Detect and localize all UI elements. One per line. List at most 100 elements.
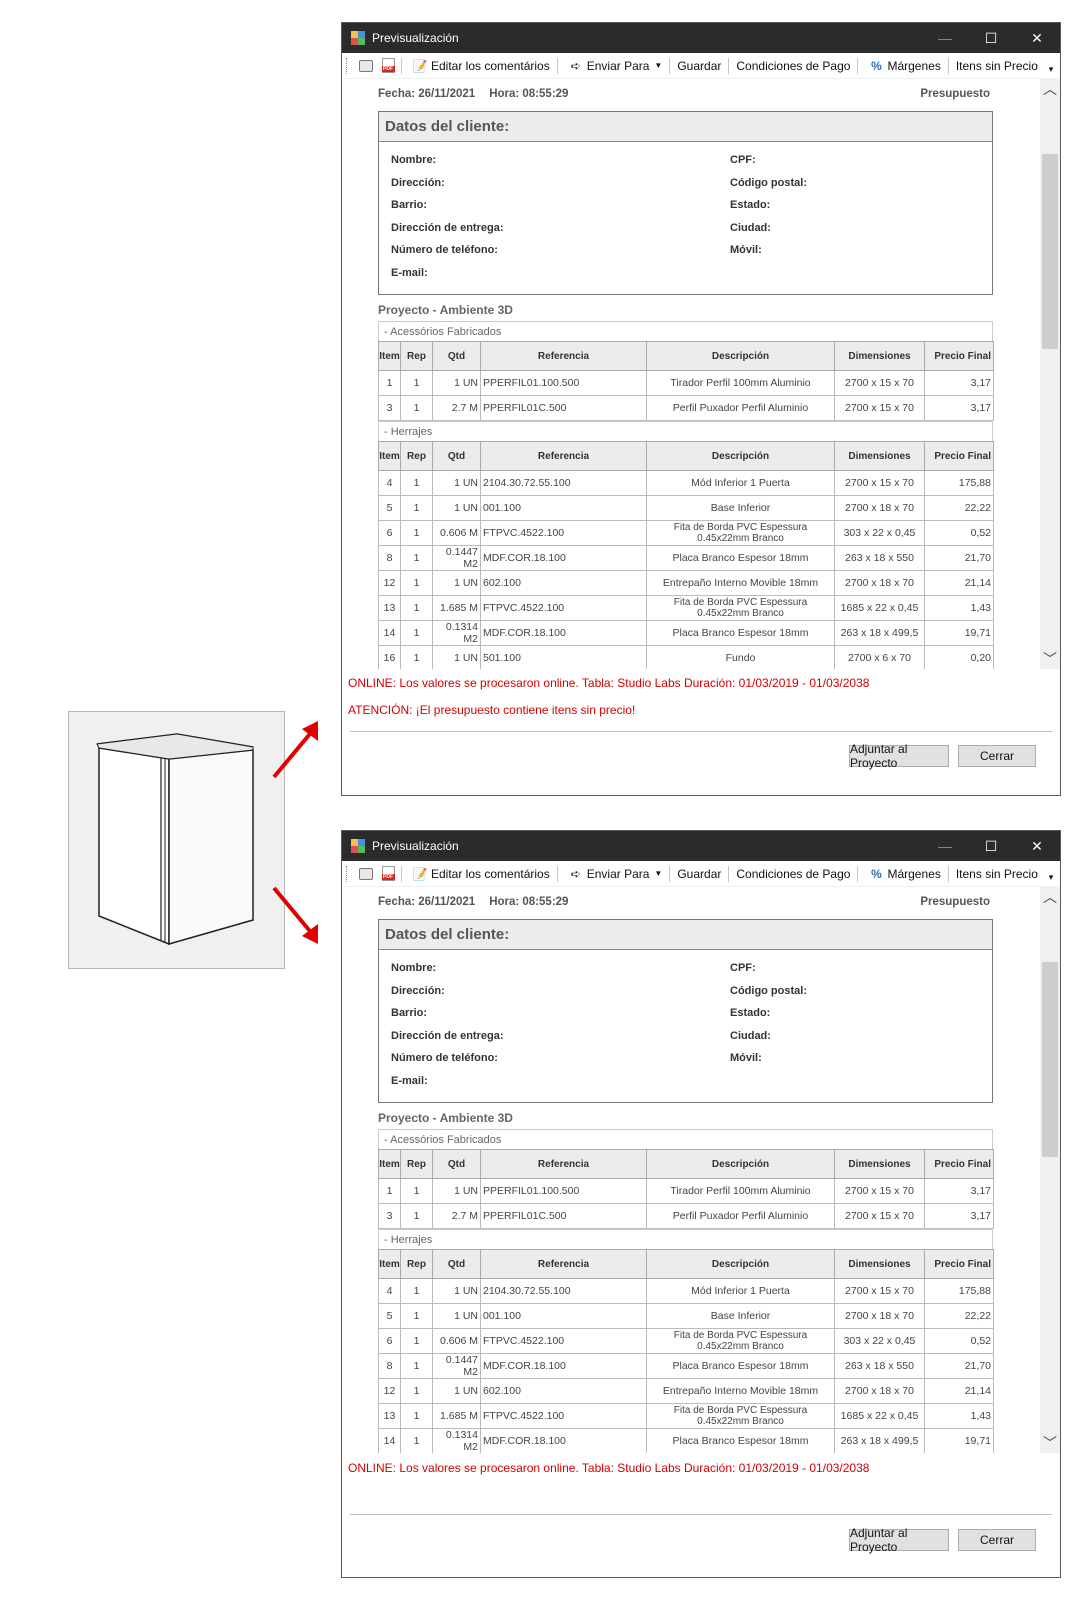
section-label: - Herrajes [378,1229,993,1249]
table-cell: PPERFIL01.100.500 [480,1178,647,1204]
table-cell: 1 [400,1203,433,1229]
items-table: Item Rep Qtd Referencia Descripción Dimension… [378,441,994,669]
table-cell: 8 [378,1353,401,1379]
pdf-icon[interactable] [380,58,396,74]
scroll-down-icon[interactable]: ﹀ [1040,1433,1060,1453]
table-cell: Base Inferior [646,495,835,521]
table-cell: 16 [378,645,401,669]
client-field-label: Código postal: [730,177,807,189]
column-header: Dimensiones [834,1149,925,1179]
vertical-scrollbar[interactable]: ︿ ﹀ [1040,79,1060,669]
toolbar-grip[interactable] [346,57,349,74]
table-cell: 175,88 [924,1278,994,1304]
table-cell: 14 [378,620,401,646]
close-button[interactable]: Cerrar [958,745,1036,767]
table-cell: 2.7 M [432,395,481,421]
table-cell: FTPVC.4522.100 [480,520,647,546]
table-cell: 2700 x 18 x 70 [834,1303,925,1329]
items-table: Item Rep Qtd Referencia Descripción Dimension… [378,1149,994,1229]
table-cell: Perfil Puxador Perfil Aluminio [646,1203,835,1229]
report-date: Fecha: 26/11/2021 [378,896,476,908]
client-field-label: Ciudad: [730,1030,771,1042]
client-field-label: Dirección de entrega: [391,222,504,234]
scroll-thumb[interactable] [1042,154,1058,349]
table-cell: 001.100 [480,1303,647,1329]
send-to-dropdown[interactable]: ➪ Enviar Para ▼ [560,863,668,885]
column-header: Referencia [480,341,647,371]
client-field-label: Nombre: [391,154,437,166]
table-cell: 2700 x 15 x 70 [834,1203,925,1229]
project-title: Proyecto - Ambiente 3D [378,303,513,317]
toolbar-grip[interactable] [346,865,349,882]
payment-conditions-button[interactable]: Condiciones de Pago [731,55,855,77]
table-row: 111 UN PPERFIL01.100.500 Tirador Perfil 10… [378,370,994,396]
table-cell: 2700 x 15 x 70 [834,470,925,496]
cabinet-preview-image [68,711,285,969]
attach-to-project-button[interactable]: Adjuntar al Proyecto [849,742,949,770]
table-cell: 1,43 [924,1403,994,1429]
scroll-down-icon[interactable]: ﹀ [1040,649,1060,669]
table-cell: 0,20 [924,645,994,669]
table-cell: Placa Branco Espesor 18mm [646,1428,835,1453]
table-cell: 14 [378,1428,401,1453]
scroll-thumb[interactable] [1042,962,1058,1157]
client-data-box: Datos del cliente: Nombre: Dirección: Ba… [378,919,993,1103]
close-button[interactable]: Cerrar [958,1529,1036,1551]
table-row: 111 UN PPERFIL01.100.500 Tirador Perfil 10… [378,1178,994,1204]
save-button[interactable]: Guardar [672,55,726,77]
items-no-price-button[interactable]: Itens sin Precio [951,863,1043,885]
margins-button[interactable]: % Márgenes [860,55,945,77]
edit-icon: 📝 [412,866,428,881]
table-cell: 1 [400,470,433,496]
table-cell: 1 UN [432,1303,481,1329]
minimize-button[interactable]: — [922,831,968,861]
close-window-button[interactable]: ✕ [1014,831,1060,861]
client-data-box: Datos del cliente: Nombre: Dirección: Ba… [378,111,993,295]
attach-to-project-button[interactable]: Adjuntar al Proyecto [849,1526,949,1554]
scroll-up-icon[interactable]: ︿ [1040,79,1060,99]
scroll-up-icon[interactable]: ︿ [1040,887,1060,907]
table-cell: 1 UN [432,495,481,521]
table-cell: 3 [378,1203,401,1229]
table-cell: 0.1314 M2 [432,1428,481,1453]
margins-button[interactable]: % Márgenes [860,863,945,885]
client-field-label: Barrio: [391,1007,428,1019]
client-field-label: Dirección de entrega: [391,1030,504,1042]
items-no-price-button[interactable]: Itens sin Precio [951,55,1043,77]
table-cell: 6 [378,1328,401,1354]
minimize-button[interactable]: — [922,23,968,53]
table-cell: 263 x 18 x 499,5 [834,620,925,646]
send-to-dropdown[interactable]: ➪ Enviar Para ▼ [560,55,668,77]
table-cell: 1 [400,1403,433,1429]
vertical-scrollbar[interactable]: ︿ ﹀ [1040,887,1060,1453]
table-cell: 2104.30.72.55.100 [480,1278,647,1304]
client-field-label: Número de teléfono: [391,244,498,256]
pdf-icon[interactable] [380,866,396,882]
close-window-button[interactable]: ✕ [1014,23,1060,53]
column-header: Referencia [480,1249,647,1279]
column-header: Rep [400,341,433,371]
table-cell: 001.100 [480,495,647,521]
table-cell: 3,17 [924,370,994,396]
table-cell: 602.100 [480,570,647,596]
payment-conditions-button[interactable]: Condiciones de Pago [731,863,855,885]
table-row: 14 1 0.1314 M2 MDF.COR.18.100 Placa Branco E… [378,1428,994,1453]
items-sections: - Acessórios Fabricados Item Rep Qtd Referen… [378,321,1022,669]
toolbar-overflow-icon[interactable]: ▾ [1046,57,1056,75]
print-icon[interactable] [358,58,374,74]
maximize-button[interactable]: ☐ [968,831,1014,861]
items-table: Item Rep Qtd Referencia Descripción Dimension… [378,341,994,421]
print-icon[interactable] [358,866,374,882]
edit-comments-button[interactable]: 📝 Editar los comentários [404,863,555,885]
table-cell: Entrepaño Interno Movible 18mm [646,1378,835,1404]
client-field-label: Nombre: [391,962,437,974]
table-row: 8 1 0.1447 M2 MDF.COR.18.100 Placa Branco Es… [378,1353,994,1379]
table-cell: 6 [378,520,401,546]
table-row: 8 1 0.1447 M2 MDF.COR.18.100 Placa Branco Es… [378,545,994,571]
edit-comments-button[interactable]: 📝 Editar los comentários [404,55,555,77]
table-row: 12 1 1 UN 602.100 Entrepaño Interno Movible … [378,570,994,596]
table-cell: Perfil Puxador Perfil Aluminio [646,395,835,421]
toolbar-overflow-icon[interactable]: ▾ [1046,865,1056,883]
maximize-button[interactable]: ☐ [968,23,1014,53]
save-button[interactable]: Guardar [672,863,726,885]
